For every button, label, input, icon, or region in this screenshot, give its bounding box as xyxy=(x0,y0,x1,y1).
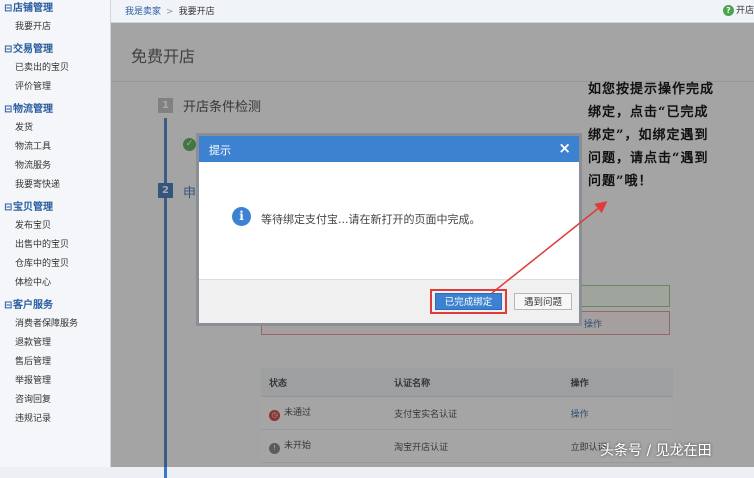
sidebar-item-after-sale[interactable]: 售后管理 xyxy=(0,353,110,372)
annotation-line: 如您按提示操作完成 xyxy=(588,82,715,97)
sidebar-item-reviews[interactable]: 评价管理 xyxy=(0,78,110,97)
sidebar-item-checkup[interactable]: 体检中心 xyxy=(0,274,110,293)
annotation-text: 如您按提示操作完成 绑定，点击“已完成 绑定”，如绑定遇到 问题，请点击“遇到 … xyxy=(588,78,748,193)
sidebar-item-violation[interactable]: 违规记录 xyxy=(0,410,110,429)
sidebar-item-protection[interactable]: 消费者保障服务 xyxy=(0,315,110,334)
annotation-line: 绑定，点击“已完成 xyxy=(588,105,709,120)
collapse-icon[interactable]: ⊟ xyxy=(4,101,13,119)
sidebar-group-title[interactable]: ⊟宝贝管理 xyxy=(0,199,110,217)
sidebar-item-send-express[interactable]: 我要寄快递 xyxy=(0,176,110,195)
annotation-line: 问题”哦！ xyxy=(588,174,653,189)
sidebar-item-consult[interactable]: 咨询回复 xyxy=(0,391,110,410)
collapse-icon[interactable]: ⊟ xyxy=(4,41,13,59)
sidebar-group-service: ⊟客户服务 消费者保障服务 退款管理 售后管理 举报管理 咨询回复 违规记录 xyxy=(0,297,110,429)
sidebar-group-title[interactable]: ⊟交易管理 xyxy=(0,41,110,59)
problem-button[interactable]: 遇到问题 xyxy=(514,293,572,310)
sidebar-group-trade: ⊟交易管理 已卖出的宝贝 评价管理 xyxy=(0,41,110,97)
prompt-dialog: 提示 × i 等待绑定支付宝...请在新打开的页面中完成。 已完成绑定 遇到问题 xyxy=(196,133,582,326)
breadcrumb-root[interactable]: 我是卖家 xyxy=(125,7,161,17)
breadcrumb: 我是卖家 > 我要开店 xyxy=(125,4,215,17)
sidebar-group-title[interactable]: ⊟物流管理 xyxy=(0,101,110,119)
sidebar-item-open-shop[interactable]: 我要开店 xyxy=(0,18,110,37)
sidebar-item-refund[interactable]: 退款管理 xyxy=(0,334,110,353)
sidebar-group-title[interactable]: ⊟客户服务 xyxy=(0,297,110,315)
dialog-title: 提示 xyxy=(209,144,231,157)
collapse-icon[interactable]: ⊟ xyxy=(4,199,13,217)
sidebar-item-report[interactable]: 举报管理 xyxy=(0,372,110,391)
sidebar-group-title[interactable]: ⊟店铺管理 xyxy=(0,0,110,18)
dialog-body: i 等待绑定支付宝...请在新打开的页面中完成。 xyxy=(199,162,579,280)
dialog-message: 等待绑定支付宝...请在新打开的页面中完成。 xyxy=(261,213,481,226)
sidebar-item-logistics-service[interactable]: 物流服务 xyxy=(0,157,110,176)
annotation-line: 问题，请点击“遇到 xyxy=(588,151,709,166)
sidebar-group-shop: ⊟店铺管理 我要开店 xyxy=(0,0,110,37)
sidebar-item-logistics-tools[interactable]: 物流工具 xyxy=(0,138,110,157)
sidebar-item-ship[interactable]: 发货 xyxy=(0,119,110,138)
sidebar: ⊟店铺管理 我要开店 ⊟交易管理 已卖出的宝贝 评价管理 ⊟物流管理 发货 物流… xyxy=(0,0,111,467)
help-link[interactable]: ? 开店 xyxy=(722,3,754,16)
annotation-line: 绑定”，如绑定遇到 xyxy=(588,128,709,143)
dialog-header: 提示 × xyxy=(199,136,579,162)
sidebar-group-logistics: ⊟物流管理 发货 物流工具 物流服务 我要寄快递 xyxy=(0,101,110,195)
breadcrumb-separator: > xyxy=(166,7,174,17)
collapse-icon[interactable]: ⊟ xyxy=(4,297,13,315)
collapse-icon[interactable]: ⊟ xyxy=(4,0,13,18)
sidebar-item-on-sale[interactable]: 出售中的宝贝 xyxy=(0,236,110,255)
help-icon: ? xyxy=(722,5,734,16)
breadcrumb-current: 我要开店 xyxy=(178,7,215,17)
binding-complete-button[interactable]: 已完成绑定 xyxy=(435,293,502,310)
sidebar-item-sold[interactable]: 已卖出的宝贝 xyxy=(0,59,110,78)
sidebar-item-publish[interactable]: 发布宝贝 xyxy=(0,217,110,236)
dialog-footer: 已完成绑定 遇到问题 xyxy=(199,279,579,323)
sidebar-group-items: ⊟宝贝管理 发布宝贝 出售中的宝贝 仓库中的宝贝 体检中心 xyxy=(0,199,110,293)
watermark: 头条号 / 见龙在田 xyxy=(600,443,712,459)
sidebar-item-warehouse[interactable]: 仓库中的宝贝 xyxy=(0,255,110,274)
top-bar: 我是卖家 > 我要开店 ? 开店 xyxy=(111,0,754,23)
info-icon: i xyxy=(232,207,251,226)
close-icon[interactable]: × xyxy=(558,139,571,157)
